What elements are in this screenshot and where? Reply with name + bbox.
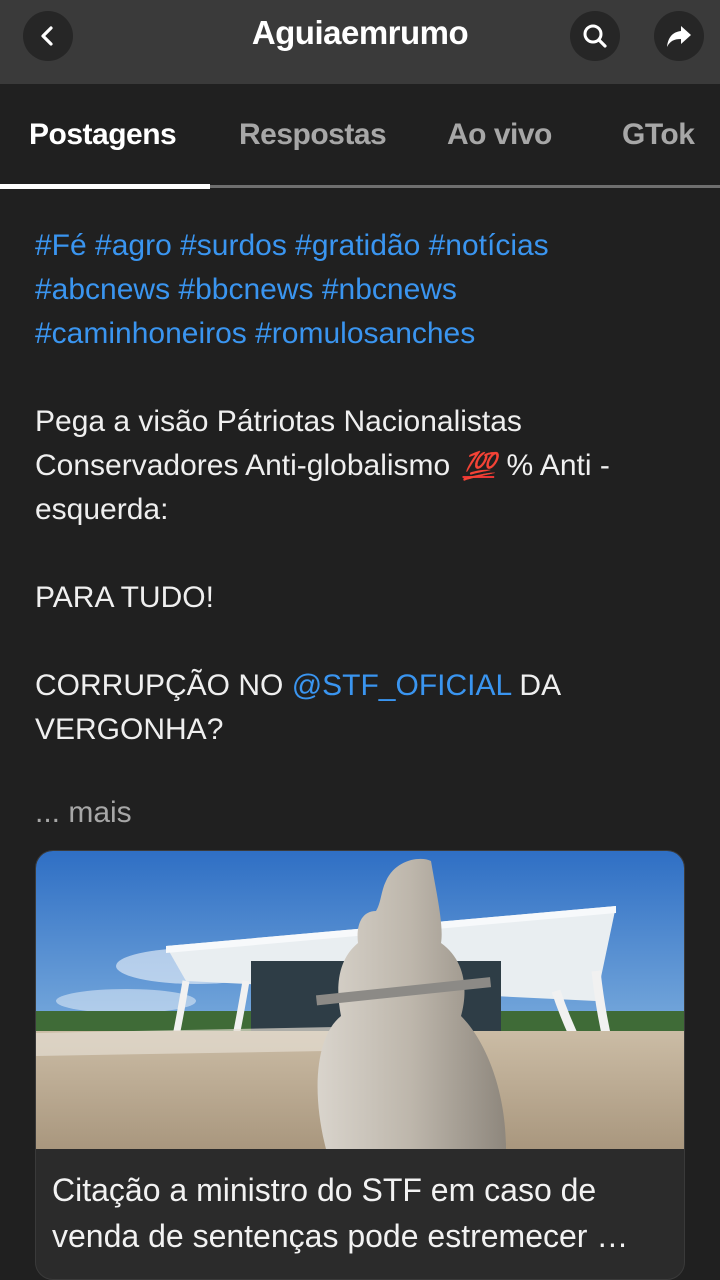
preview-image: [36, 851, 684, 1149]
link-preview-card[interactable]: Citação a ministro do STF em caso de ven…: [35, 850, 685, 1280]
hashtag-line[interactable]: #caminhoneiros #romulosanches: [35, 312, 685, 356]
post-paragraph: Pega a visão Pátriotas Nacionalistas Con…: [35, 405, 610, 526]
preview-title: Citação a ministro do STF em caso de ven…: [52, 1172, 629, 1254]
hashtag-list[interactable]: #Fé #agro #surdos #gratidão #notícias #a…: [35, 224, 685, 356]
post-paragraph: CORRUPÇÃO NO @STF_OFICIAL DA VERGONHA?: [35, 669, 560, 746]
share-button[interactable]: [654, 11, 704, 61]
post-body: #Fé #agro #surdos #gratidão #notícias #a…: [35, 224, 685, 752]
profile-tabs: Postagens Respostas Ao vivo GTok: [0, 84, 720, 190]
tab-respostas[interactable]: Respostas: [239, 118, 387, 152]
mention-link[interactable]: @STF_OFICIAL: [292, 669, 511, 702]
share-icon: [667, 26, 691, 47]
search-button[interactable]: [570, 11, 620, 61]
tab-gtok[interactable]: GTok: [622, 118, 695, 152]
top-bar: Aguiaemrumo: [0, 0, 720, 84]
search-icon: [583, 24, 607, 48]
tab-postagens[interactable]: Postagens: [29, 118, 177, 152]
post-paragraph: PARA TUDO!: [35, 581, 214, 614]
tab-ao-vivo[interactable]: Ao vivo: [447, 118, 552, 152]
active-tab-indicator: [0, 184, 210, 189]
hundred-points-emoji: 💯: [462, 451, 497, 481]
hashtag-line[interactable]: #abcnews #bbcnews #nbcnews: [35, 268, 685, 312]
read-more-link[interactable]: ... mais: [35, 796, 132, 830]
hashtag-line[interactable]: #Fé #agro #surdos #gratidão #notícias: [35, 224, 685, 268]
